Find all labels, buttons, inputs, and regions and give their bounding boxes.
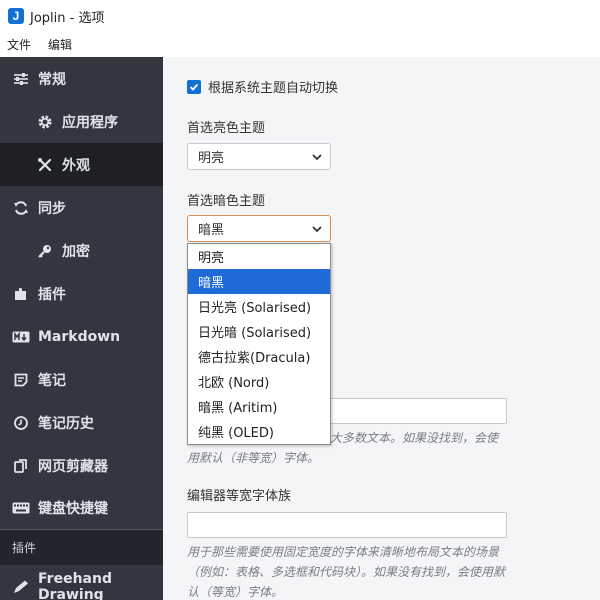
appearance-settings-panel: 根据系统主题自动切换 首选亮色主题 明亮 首选暗色主题 暗黑 大多数文本。如果没… bbox=[163, 57, 600, 600]
sidebar-item-web-clipper[interactable]: 网页剪藏器 bbox=[0, 444, 163, 487]
keyboard-icon bbox=[12, 499, 30, 517]
sidebar-item-label: Markdown bbox=[38, 328, 121, 345]
mono-font-description: 用于那些需要使用固定宽度的字体来清晰地布局文本的场景（例如：表格、多选框和代码块… bbox=[187, 545, 506, 599]
sidebar-item-label: 常规 bbox=[38, 71, 66, 88]
sliders-icon bbox=[12, 70, 30, 88]
light-theme-value: 明亮 bbox=[198, 151, 225, 166]
sidebar-item-sync[interactable]: 同步 bbox=[0, 186, 163, 229]
dark-theme-label: 首选暗色主题 bbox=[187, 194, 266, 209]
sidebar-item-application[interactable]: 应用程序 bbox=[0, 100, 163, 143]
clipper-icon bbox=[12, 457, 30, 475]
history-icon bbox=[12, 414, 30, 432]
dark-theme-value: 暗黑 bbox=[198, 223, 225, 238]
dropdown-option-solarised-light[interactable]: 日光亮 (Solarised) bbox=[188, 294, 330, 319]
dropdown-option-oled[interactable]: 纯黑 (OLED) bbox=[188, 419, 330, 444]
sidebar-section-plugins: 插件 bbox=[0, 529, 163, 565]
window-title: Joplin - 选项 bbox=[30, 10, 105, 26]
auto-switch-label: 根据系统主题自动切换 bbox=[208, 81, 339, 96]
sidebar-item-freehand-drawing[interactable]: Freehand Drawing bbox=[0, 566, 163, 600]
sidebar-item-label: 加密 bbox=[62, 243, 90, 260]
menu-file[interactable]: 文件 bbox=[7, 36, 31, 53]
settings-sidebar: 常规 应用程序 外观 同步 加密 插件 Markdown 笔记 笔记历史 网页剪… bbox=[0, 57, 163, 600]
light-theme-select[interactable]: 明亮 bbox=[187, 143, 331, 170]
sidebar-item-plugins[interactable]: 插件 bbox=[0, 272, 163, 315]
sidebar-item-keyboard-shortcuts[interactable]: 键盘快捷键 bbox=[0, 487, 163, 529]
sidebar-item-encryption[interactable]: 加密 bbox=[0, 229, 163, 272]
dropdown-option-dark[interactable]: 暗黑 bbox=[188, 269, 330, 294]
mono-font-input[interactable] bbox=[187, 512, 507, 538]
dropdown-option-light[interactable]: 明亮 bbox=[188, 244, 330, 269]
menu-edit[interactable]: 编辑 bbox=[48, 36, 72, 53]
sidebar-item-label: 插件 bbox=[38, 286, 66, 303]
sidebar-item-note-history[interactable]: 笔记历史 bbox=[0, 401, 163, 444]
sidebar-item-general[interactable]: 常规 bbox=[0, 57, 163, 100]
joplin-logo-icon: J bbox=[8, 8, 24, 24]
auto-switch-checkbox[interactable] bbox=[187, 79, 201, 94]
auto-switch-theme-row[interactable]: 根据系统主题自动切换 bbox=[187, 77, 338, 96]
sidebar-item-label: 网页剪藏器 bbox=[38, 458, 108, 475]
markdown-icon bbox=[12, 328, 30, 346]
sidebar-item-label: 笔记历史 bbox=[38, 415, 94, 432]
puzzle-icon bbox=[12, 285, 30, 303]
sync-icon bbox=[12, 199, 30, 217]
sidebar-item-label: 应用程序 bbox=[62, 114, 118, 131]
paint-tools-icon bbox=[36, 156, 54, 174]
sidebar-item-markdown[interactable]: Markdown bbox=[0, 315, 163, 358]
mono-font-label: 编辑器等宽字体族 bbox=[187, 489, 292, 504]
sidebar-item-label: 同步 bbox=[38, 200, 66, 217]
sidebar-item-label: 键盘快捷键 bbox=[38, 501, 108, 517]
dropdown-option-nord[interactable]: 北欧 (Nord) bbox=[188, 369, 330, 394]
sidebar-item-appearance[interactable]: 外观 bbox=[0, 143, 163, 186]
key-icon bbox=[36, 242, 54, 260]
dropdown-option-solarised-dark[interactable]: 日光暗 (Solarised) bbox=[188, 319, 330, 344]
sidebar-item-label: Freehand Drawing bbox=[38, 571, 112, 600]
pen-icon bbox=[12, 578, 30, 596]
note-icon bbox=[12, 371, 30, 389]
chevron-down-icon bbox=[312, 226, 322, 233]
sidebar-item-label: 笔记 bbox=[38, 372, 66, 389]
light-theme-label: 首选亮色主题 bbox=[187, 121, 266, 136]
menu-bar: 文件 编辑 bbox=[0, 32, 600, 57]
title-bar: J Joplin - 选项 bbox=[0, 0, 600, 32]
dark-theme-dropdown-list: 明亮 暗黑 日光亮 (Solarised) 日光暗 (Solarised) 德古… bbox=[187, 243, 331, 445]
dropdown-option-aritim[interactable]: 暗黑 (Aritim) bbox=[188, 394, 330, 419]
dark-theme-select[interactable]: 暗黑 bbox=[187, 215, 331, 242]
chevron-down-icon bbox=[312, 154, 322, 161]
gear-icon bbox=[36, 113, 54, 131]
editor-font-desc-line2: 用默认（非等宽）字体。 bbox=[187, 451, 320, 465]
sidebar-item-label: 外观 bbox=[62, 157, 90, 174]
dropdown-option-dracula[interactable]: 德古拉紫(Dracula) bbox=[188, 344, 330, 369]
sidebar-item-note[interactable]: 笔记 bbox=[0, 358, 163, 401]
sidebar-section-label: 插件 bbox=[12, 541, 37, 555]
